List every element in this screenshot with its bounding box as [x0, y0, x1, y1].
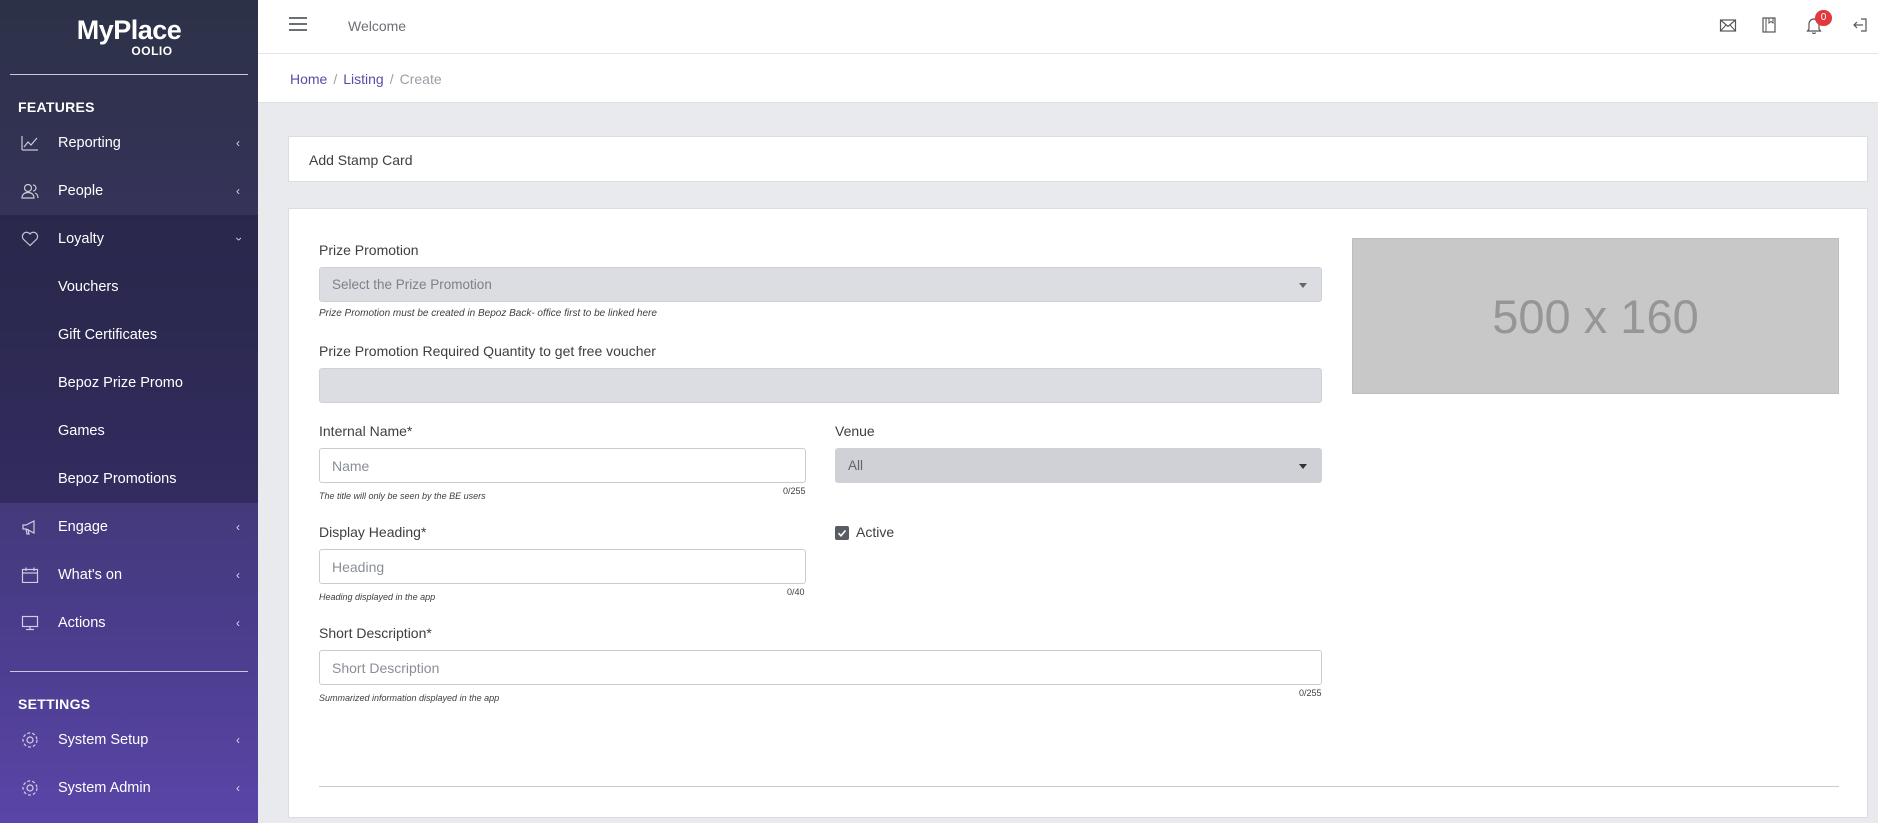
brand-name: MyPlace	[76, 15, 182, 45]
monitor-icon	[20, 613, 40, 633]
sidebar-item-label: Engage	[58, 519, 108, 535]
sidebar-item-label: People	[58, 183, 104, 199]
loyalty-group: Loyalty ‹ Vouchers Gift Certificates Bep…	[0, 215, 258, 503]
book-icon[interactable]	[1761, 17, 1781, 37]
sidebar-item-label: Loyalty	[58, 231, 104, 247]
active-checkbox[interactable]	[835, 526, 849, 540]
image-placeholder[interactable]: 500 x 160	[1352, 238, 1839, 394]
display-heading-input[interactable]: Heading	[319, 549, 806, 584]
topbar: Welcome 0	[258, 0, 1878, 54]
display-heading-label: Display Heading*	[319, 524, 427, 540]
mail-icon[interactable]	[1719, 17, 1739, 37]
display-heading-counter: 0/40	[787, 587, 805, 597]
people-icon	[20, 181, 40, 201]
venue-select[interactable]: All	[835, 448, 1322, 483]
chevron-left-icon: ‹	[236, 184, 240, 198]
brand-sub: OOLIO	[131, 44, 173, 58]
sidebar-item-engage[interactable]: Engage ‹	[0, 503, 258, 551]
internal-name-hint: The title will only be seen by the BE us…	[319, 491, 486, 501]
form-divider	[319, 786, 1839, 787]
required-qty-label: Prize Promotion Required Quantity to get…	[319, 343, 656, 359]
chevron-left-icon: ‹	[236, 781, 240, 795]
breadcrumb-listing[interactable]: Listing	[343, 71, 383, 87]
venue-label: Venue	[835, 423, 875, 439]
sidebar-item-loyalty[interactable]: Loyalty ‹	[0, 215, 258, 263]
sidebar-item-label: What's on	[58, 567, 123, 583]
prize-promotion-select[interactable]: Select the Prize Promotion	[319, 267, 1322, 302]
sidebar-item-label: System Admin	[58, 780, 151, 796]
features-heading: FEATURES	[18, 99, 95, 115]
sidebar-subitem-vouchers[interactable]: Vouchers	[0, 263, 258, 311]
internal-name-input[interactable]: Name	[319, 448, 806, 483]
sidebar-item-people[interactable]: People ‹	[0, 167, 258, 215]
caret-down-icon	[1299, 283, 1307, 288]
prize-promotion-hint: Prize Promotion must be created in Bepoz…	[319, 308, 657, 319]
internal-name-label: Internal Name*	[319, 423, 413, 439]
chevron-left-icon: ‹	[236, 520, 240, 534]
breadcrumb: Home / Listing / Create	[290, 71, 442, 87]
short-description-hint: Summarized information displayed in the …	[319, 693, 500, 703]
breadcrumb-bar: Home / Listing / Create	[258, 54, 1878, 103]
sidebar-subitem-bepoz-promotions[interactable]: Bepoz Promotions	[0, 455, 258, 503]
short-description-label: Short Description*	[319, 625, 432, 641]
title-card: Add Stamp Card	[288, 136, 1868, 182]
prize-promotion-label: Prize Promotion	[319, 242, 419, 258]
brand-logo[interactable]: MyPlace OOLIO	[0, 0, 258, 74]
internal-name-counter: 0/255	[783, 486, 806, 496]
short-description-counter: 0/255	[1299, 688, 1322, 698]
logout-icon[interactable]	[1852, 17, 1872, 37]
chevron-left-icon: ‹	[236, 733, 240, 747]
notification-badge: 0	[1815, 10, 1832, 26]
gear-icon	[20, 778, 40, 798]
sidebar-subitem-gift-certificates[interactable]: Gift Certificates	[0, 311, 258, 359]
form-card: Prize Promotion Select the Prize Promoti…	[288, 208, 1868, 818]
short-description-input[interactable]: Short Description	[319, 650, 1322, 685]
sidebar-item-whats-on[interactable]: What's on ‹	[0, 551, 258, 599]
settings-heading: SETTINGS	[18, 696, 91, 712]
breadcrumb-home[interactable]: Home	[290, 71, 327, 87]
chevron-left-icon: ‹	[236, 568, 240, 582]
caret-down-icon	[1299, 464, 1307, 469]
chart-line-icon	[20, 133, 40, 153]
sidebar-item-reporting[interactable]: Reporting ‹	[0, 119, 258, 167]
page-title: Add Stamp Card	[309, 152, 413, 168]
chevron-down-icon: ‹	[231, 237, 245, 241]
chevron-left-icon: ‹	[236, 616, 240, 630]
sidebar-item-system-admin[interactable]: System Admin ‹	[0, 764, 258, 812]
active-label: Active	[856, 524, 895, 540]
sidebar-item-system-setup[interactable]: System Setup ‹	[0, 716, 258, 764]
chevron-left-icon: ‹	[236, 136, 240, 150]
sidebar-item-label: System Setup	[58, 732, 149, 748]
heart-icon	[20, 229, 40, 249]
breadcrumb-current: Create	[399, 71, 442, 87]
bell-icon[interactable]: 0	[1806, 10, 1832, 37]
calendar-icon	[20, 565, 40, 585]
sidebar-subitem-games[interactable]: Games	[0, 407, 258, 455]
megaphone-icon	[20, 517, 40, 537]
sidebar: MyPlace OOLIO FEATURES Reporting ‹ Peopl…	[0, 0, 258, 823]
welcome-text: Welcome	[348, 18, 407, 34]
hamburger-menu-icon[interactable]	[289, 17, 307, 31]
sidebar-subitem-bepoz-prize-promo[interactable]: Bepoz Prize Promo	[0, 359, 258, 407]
gear-icon	[20, 730, 40, 750]
sidebar-item-label: Actions	[58, 615, 106, 631]
required-qty-input[interactable]	[319, 368, 1322, 403]
sidebar-item-actions[interactable]: Actions ‹	[0, 599, 258, 647]
display-heading-hint: Heading displayed in the app	[319, 592, 436, 602]
sidebar-item-label: Reporting	[58, 135, 121, 151]
